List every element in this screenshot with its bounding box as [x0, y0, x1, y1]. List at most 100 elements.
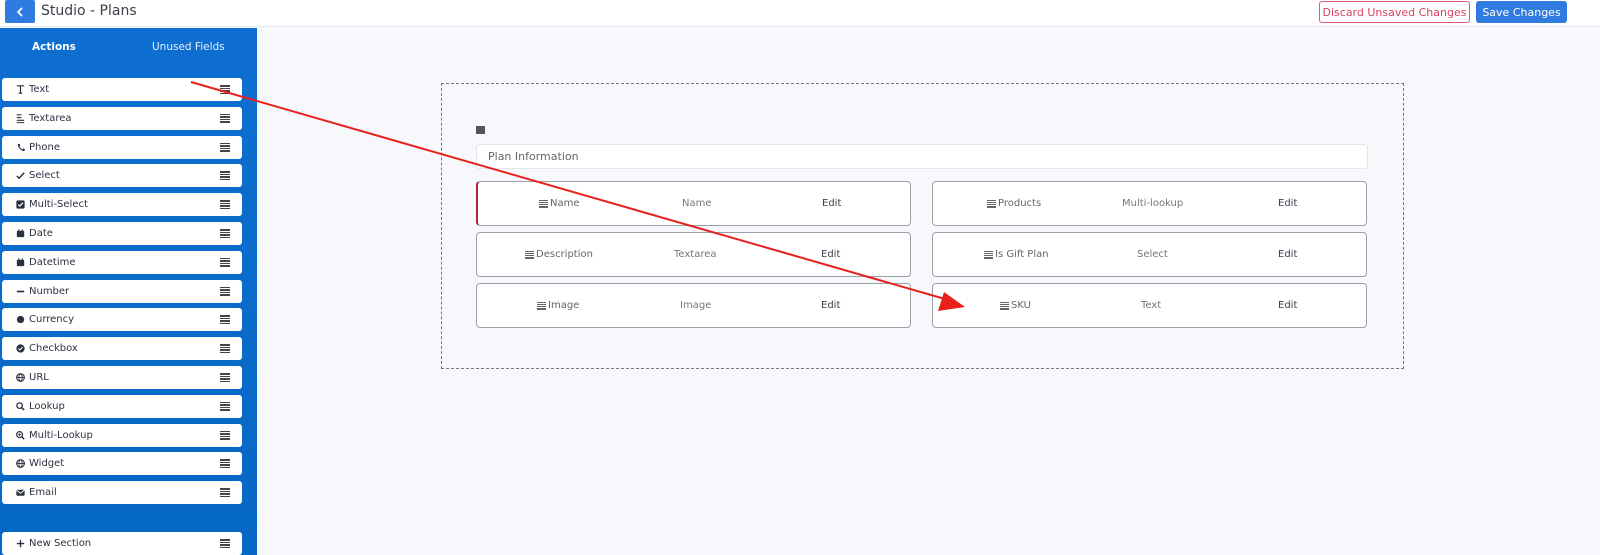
field-type-label: Lookup: [29, 400, 65, 412]
field-type-label: Widget: [29, 458, 65, 470]
field-name: SKU: [1000, 300, 1031, 311]
drag-handle-icon[interactable]: [220, 401, 230, 411]
drag-handle-icon[interactable]: [220, 171, 230, 181]
drag-handle-icon[interactable]: [220, 200, 230, 210]
search-icon: [14, 400, 26, 412]
form-field-sku[interactable]: SKU Text Edit: [932, 283, 1367, 328]
field-name: Name: [539, 198, 580, 209]
drag-handle-icon[interactable]: [220, 344, 230, 354]
field-type-multi-lookup[interactable]: Multi-Lookup: [2, 423, 242, 447]
drag-handle-icon[interactable]: [220, 113, 230, 123]
calendar-icon: [14, 228, 26, 240]
field-type-label: Multi-Select: [29, 199, 88, 211]
field-type-label: Textarea: [29, 112, 72, 124]
field-type-checkbox[interactable]: Checkbox: [2, 337, 242, 361]
minus-icon: [14, 285, 26, 297]
globe-icon: [14, 458, 26, 470]
edit-field-button[interactable]: Edit: [821, 249, 840, 260]
field-name-text: Is Gift Plan: [995, 249, 1049, 260]
check-icon: [14, 170, 26, 182]
field-type-select[interactable]: Select: [2, 164, 242, 188]
section-drag-handle[interactable]: [476, 126, 485, 134]
drag-handle-icon[interactable]: [987, 199, 996, 208]
new-section-label: New Section: [29, 538, 92, 549]
field-type: Name: [682, 198, 712, 209]
section-title[interactable]: Plan Information: [476, 144, 1368, 169]
drag-handle-icon[interactable]: [220, 539, 230, 548]
edit-field-button[interactable]: Edit: [1278, 249, 1297, 260]
drag-handle-icon[interactable]: [220, 488, 230, 498]
new-section-item[interactable]: New Section: [2, 532, 242, 555]
form-field-products[interactable]: Products Multi-lookup Edit: [932, 181, 1367, 226]
form-field-is-gift-plan[interactable]: Is Gift Plan Select Edit: [932, 232, 1367, 277]
drag-handle-icon[interactable]: [1000, 301, 1009, 310]
field-type-date[interactable]: Date: [2, 222, 242, 245]
tab-unused-fields[interactable]: Unused Fields: [152, 41, 225, 53]
field-type-label: Number: [29, 285, 70, 297]
edit-field-button[interactable]: Edit: [822, 198, 841, 209]
field-type-phone[interactable]: Phone: [2, 135, 242, 159]
field-type-label: URL: [29, 372, 49, 383]
top-bar: Studio - Plans Discard Unsaved Changes S…: [0, 0, 1600, 27]
discard-changes-button[interactable]: Discard Unsaved Changes: [1319, 1, 1470, 23]
drag-handle-icon[interactable]: [220, 257, 230, 267]
field-type-currency[interactable]: Currency: [2, 308, 242, 332]
drag-handle-icon[interactable]: [220, 286, 230, 296]
drag-handle-icon[interactable]: [537, 301, 546, 310]
drag-handle-icon[interactable]: [220, 85, 230, 94]
form-field-description[interactable]: Description Textarea Edit: [476, 232, 911, 277]
check-circle-icon: [14, 343, 26, 355]
drag-handle-icon[interactable]: [984, 250, 993, 259]
field-type: Textarea: [674, 249, 717, 260]
drag-handle-icon[interactable]: [220, 373, 230, 382]
field-type-label: Multi-Lookup: [29, 429, 93, 441]
field-name: Description: [525, 249, 593, 260]
checkbox-checked-icon: [14, 199, 26, 211]
field-name-text: Products: [998, 198, 1042, 209]
field-type-number[interactable]: Number: [2, 279, 242, 303]
field-type-widget[interactable]: Widget: [2, 452, 242, 476]
field-type-multi-select[interactable]: Multi-Select: [2, 193, 242, 217]
save-changes-button[interactable]: Save Changes: [1476, 1, 1567, 23]
field-name-text: Name: [550, 198, 580, 209]
edit-field-button[interactable]: Edit: [1278, 300, 1297, 311]
drag-handle-icon[interactable]: [525, 250, 534, 259]
field-type-textarea[interactable]: Textarea: [2, 106, 242, 130]
field-type-label: Date: [29, 228, 53, 239]
field-type-label: Datetime: [29, 256, 76, 268]
field-name: Image: [537, 300, 579, 311]
field-type: Image: [680, 300, 712, 311]
calendar-icon: [14, 256, 26, 268]
field-type-url[interactable]: URL: [2, 366, 242, 389]
edit-field-button[interactable]: Edit: [821, 300, 840, 311]
field-type: Multi-lookup: [1122, 198, 1184, 209]
plus-icon: [14, 538, 26, 550]
back-button[interactable]: [5, 0, 35, 23]
field-type-email[interactable]: Email: [2, 481, 242, 505]
edit-field-button[interactable]: Edit: [1278, 198, 1297, 209]
text-icon: [14, 84, 26, 96]
field-type-label: Select: [29, 170, 60, 182]
chevron-left-icon: [17, 7, 23, 16]
tab-actions[interactable]: Actions: [32, 41, 76, 53]
field-type-lookup[interactable]: Lookup: [2, 394, 242, 418]
form-field-name[interactable]: Name Name Edit: [476, 181, 911, 226]
field-type: Select: [1137, 249, 1168, 260]
drag-handle-icon[interactable]: [539, 199, 548, 208]
form-field-image[interactable]: Image Image Edit: [476, 283, 911, 328]
drag-handle-icon[interactable]: [220, 459, 230, 469]
drag-handle-icon[interactable]: [220, 430, 230, 440]
field-type-text[interactable]: Text: [2, 78, 242, 101]
field-type-datetime[interactable]: Datetime: [2, 250, 242, 274]
globe-icon: [14, 372, 26, 384]
field-type-label: Email: [29, 487, 57, 499]
phone-icon: [14, 141, 26, 153]
field-type-label: Phone: [29, 141, 60, 153]
drag-handle-icon[interactable]: [220, 315, 230, 325]
field-name-text: Image: [548, 300, 580, 311]
field-type-label: Checkbox: [29, 343, 78, 355]
field-name-text: SKU: [1011, 300, 1031, 311]
field-name: Products: [987, 198, 1041, 209]
drag-handle-icon[interactable]: [220, 229, 230, 238]
drag-handle-icon[interactable]: [220, 142, 230, 152]
